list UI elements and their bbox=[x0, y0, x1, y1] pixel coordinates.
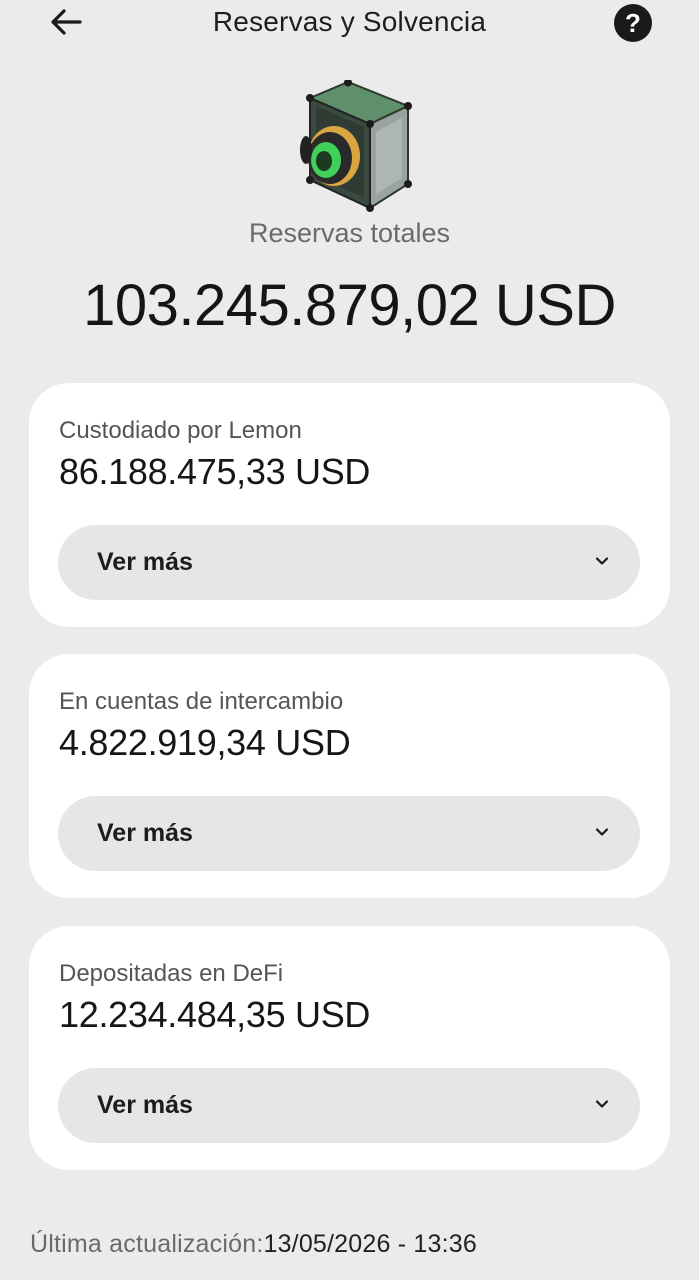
header: Reservas y Solvencia ? bbox=[0, 0, 699, 44]
total-reserves-label: Reservas totales bbox=[248, 218, 451, 248]
chevron-down-icon bbox=[595, 1100, 609, 1108]
see-more-label: Ver más bbox=[97, 819, 193, 847]
chevron-down-icon bbox=[595, 828, 609, 836]
card-value: 12.234.484,35 USD bbox=[59, 994, 371, 1035]
card-label: Custodiado por Lemon bbox=[59, 417, 302, 444]
see-more-button[interactable]: Ver más bbox=[58, 796, 640, 871]
card-value: 4.822.919,34 USD bbox=[59, 722, 351, 763]
last-update-timestamp: 13/05/2026 - 13:36 bbox=[263, 1230, 477, 1258]
see-more-button[interactable]: Ver más bbox=[58, 1068, 640, 1143]
card-defi: Depositadas en DeFi 12.234.484,35 USD Ve… bbox=[29, 926, 670, 1170]
card-exchange-accounts: En cuentas de intercambio 4.822.919,34 U… bbox=[29, 654, 670, 898]
see-more-label: Ver más bbox=[97, 548, 193, 576]
vault-icon bbox=[300, 80, 412, 212]
reserves-screen: Reservas y Solvencia ? Reservas totales … bbox=[0, 0, 699, 1280]
last-update: Última actualización:13/05/2026 - 13:36 bbox=[30, 1230, 477, 1259]
card-value: 86.188.475,33 USD bbox=[59, 451, 371, 492]
card-label: En cuentas de intercambio bbox=[59, 688, 344, 715]
last-update-label: Última actualización: bbox=[30, 1230, 264, 1258]
see-more-label: Ver más bbox=[97, 1091, 193, 1119]
help-button[interactable]: ? bbox=[614, 4, 652, 42]
question-circle-icon: ? bbox=[625, 7, 641, 38]
chevron-down-icon bbox=[595, 557, 609, 565]
see-more-button[interactable]: Ver más bbox=[58, 525, 640, 600]
card-custody: Custodiado por Lemon 86.188.475,33 USD V… bbox=[29, 383, 670, 627]
total-reserves-value: 103.245.879,02 USD bbox=[83, 273, 616, 338]
card-label: Depositadas en DeFi bbox=[59, 960, 284, 987]
page-title: Reservas y Solvencia bbox=[212, 6, 487, 37]
